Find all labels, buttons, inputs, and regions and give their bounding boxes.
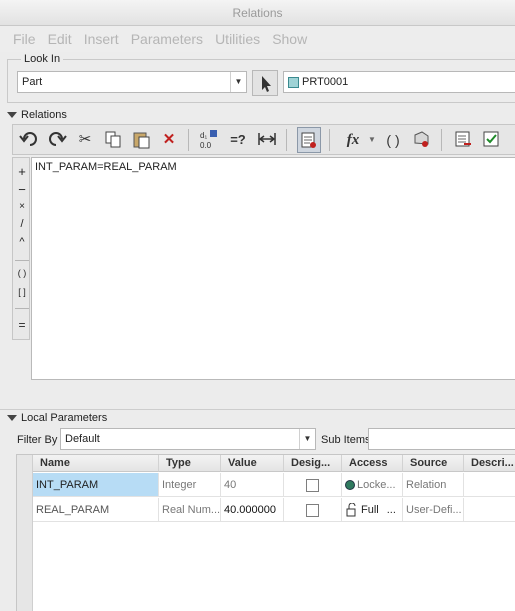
cursor-arrow-icon (262, 76, 271, 92)
parentheses-operator-button[interactable]: ( ) (13, 268, 31, 278)
bracket-icon[interactable]: ( ) (381, 127, 405, 153)
sub-items-field[interactable] (368, 428, 515, 450)
menu-parameters[interactable]: Parameters (125, 26, 209, 52)
menu-bar: File Edit Insert Parameters Utilities Show (0, 26, 515, 52)
delete-icon[interactable]: ✕ (157, 127, 181, 153)
plus-operator-button[interactable]: + (13, 164, 31, 179)
column-header-source[interactable]: Source (403, 455, 464, 472)
evaluate-icon[interactable]: d₁ 0.0 (196, 127, 220, 153)
local-parameters-header-label: Local Parameters (21, 412, 108, 424)
parameter-icon[interactable] (409, 127, 433, 153)
column-header-designate[interactable]: Desig... (284, 455, 342, 472)
svg-text:0.0: 0.0 (200, 141, 212, 150)
minus-operator-button[interactable]: − (13, 182, 31, 197)
column-header-description[interactable]: Descri... (464, 455, 515, 472)
show-report-icon[interactable] (451, 127, 475, 153)
param-name-cell[interactable]: REAL_PARAM (33, 498, 159, 522)
local-parameters-section-header[interactable]: Local Parameters (0, 409, 515, 425)
designate-checkbox[interactable] (306, 503, 319, 517)
param-type-cell: Real Num... (159, 498, 221, 522)
menu-utilities[interactable]: Utilities (209, 26, 266, 52)
collapse-triangle-icon (7, 415, 17, 422)
redo-icon[interactable] (45, 127, 69, 153)
menu-edit[interactable]: Edit (42, 26, 78, 52)
menu-insert[interactable]: Insert (78, 26, 125, 52)
param-description-cell[interactable] (464, 498, 515, 522)
designate-checkbox[interactable] (306, 478, 319, 492)
collapse-triangle-icon (7, 112, 17, 119)
look-in-type-select[interactable]: Part ▼ (17, 71, 247, 93)
brackets-operator-button[interactable]: [ ] (13, 287, 31, 297)
column-header-access[interactable]: Access (342, 455, 403, 472)
param-source-cell: Relation (403, 473, 464, 497)
column-header-name[interactable]: Name (33, 455, 159, 472)
param-access-cell[interactable]: Locke... (342, 473, 403, 497)
param-access-text: Full (361, 504, 379, 516)
param-designate-cell (284, 473, 342, 497)
chevron-down-icon[interactable]: ▼ (230, 72, 246, 92)
function-dropdown-icon[interactable]: ▼ (365, 127, 379, 153)
undo-icon[interactable] (17, 127, 41, 153)
menu-show[interactable]: Show (266, 26, 313, 52)
param-access-text: Locke... (357, 479, 396, 491)
sort-relations-icon[interactable] (297, 127, 321, 153)
filter-by-select[interactable]: Default ▼ (60, 428, 316, 450)
menu-file[interactable]: File (7, 26, 42, 52)
multiply-operator-button[interactable]: × (13, 201, 31, 212)
param-description-cell[interactable] (464, 473, 515, 497)
param-value-cell[interactable]: 40 (221, 473, 284, 497)
param-designate-cell (284, 498, 342, 522)
relations-section-header[interactable]: Relations (0, 107, 515, 123)
param-value-cell[interactable]: 40.000000 (221, 498, 284, 522)
dimension-icon[interactable] (255, 127, 279, 153)
ellipsis-icon[interactable]: ... (387, 504, 396, 516)
function-icon[interactable]: fx (341, 127, 365, 153)
lock-icon (345, 480, 355, 491)
power-operator-button[interactable]: ^ (13, 236, 31, 248)
sub-items-label: Sub Items (321, 434, 371, 446)
filter-by-value: Default (65, 433, 100, 445)
verify-relations-icon[interactable] (479, 127, 503, 153)
param-name-cell[interactable]: INT_PARAM (33, 473, 159, 497)
verify-icon[interactable]: =? (226, 127, 250, 153)
param-source-cell: User-Defi... (403, 498, 464, 522)
unlock-icon (346, 502, 356, 517)
filter-by-label: Filter By (17, 434, 58, 446)
row-header-column (17, 455, 33, 611)
svg-text:d₁: d₁ (200, 131, 207, 140)
parameters-table: Name Type Value Desig... Access Source D… (16, 454, 515, 611)
window-title: Relations (0, 0, 515, 26)
divide-operator-button[interactable]: / (13, 218, 31, 230)
copy-icon[interactable] (101, 127, 125, 153)
column-header-value[interactable]: Value (221, 455, 284, 472)
relations-editor[interactable]: INT_PARAM=REAL_PARAM (31, 157, 515, 380)
relations-header-label: Relations (21, 109, 67, 121)
param-type-cell: Integer (159, 473, 221, 497)
operator-palette: + − × / ^ ( ) [ ] = (12, 157, 30, 340)
chevron-down-icon[interactable]: ▼ (299, 429, 315, 449)
select-model-button[interactable] (252, 70, 278, 96)
relations-toolbar: ✂ ✕ d₁ 0.0 =? fx ▼ ( ) (12, 124, 515, 155)
equals-operator-button[interactable]: = (13, 318, 31, 332)
relations-text[interactable]: INT_PARAM=REAL_PARAM (32, 158, 515, 176)
param-access-cell[interactable]: Full... (342, 498, 403, 522)
model-name: PRT0001 (302, 76, 349, 88)
cut-icon[interactable]: ✂ (73, 127, 97, 153)
part-icon (288, 76, 299, 88)
look-in-label: Look In (21, 53, 64, 65)
column-header-type[interactable]: Type (159, 455, 221, 472)
paste-icon[interactable] (129, 127, 153, 153)
look-in-type-value: Part (22, 76, 43, 88)
model-field[interactable]: PRT0001 (283, 71, 515, 93)
